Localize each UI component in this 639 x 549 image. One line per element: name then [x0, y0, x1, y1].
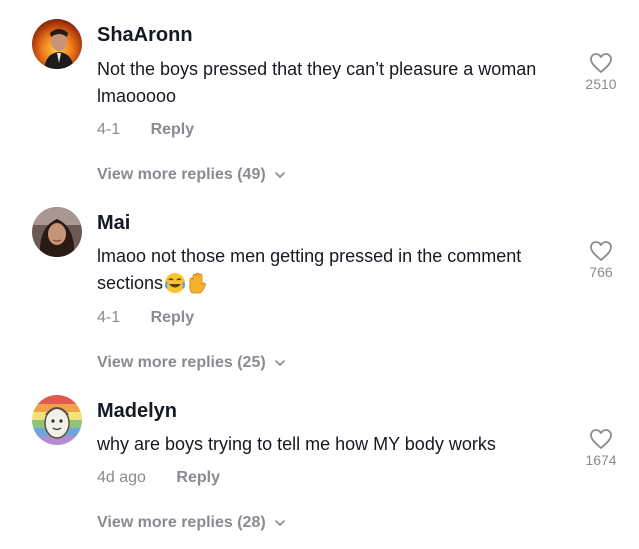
- username[interactable]: Mai: [97, 212, 130, 235]
- view-more-replies-button[interactable]: View more replies (28): [97, 514, 286, 532]
- like-count: 2510: [585, 76, 617, 92]
- reply-button[interactable]: Reply: [151, 121, 195, 139]
- comment-meta: 4-1 Reply: [97, 121, 194, 139]
- chevron-down-icon: [274, 172, 285, 178]
- view-more-label: View more replies (28): [97, 514, 266, 531]
- avatar[interactable]: [32, 395, 82, 445]
- like-control: 1674: [579, 428, 623, 468]
- like-count: 766: [589, 264, 613, 280]
- comment-text-body: lmaoo not those men getting pressed in t…: [97, 246, 522, 293]
- like-control: 766: [579, 240, 623, 280]
- like-control: 2510: [579, 52, 623, 92]
- username[interactable]: Madelyn: [97, 400, 177, 423]
- face-with-tears-of-joy-icon: [164, 272, 186, 294]
- heart-outline-icon[interactable]: [589, 428, 613, 450]
- heart-outline-icon[interactable]: [589, 240, 613, 262]
- view-more-replies-button[interactable]: View more replies (49): [97, 166, 286, 184]
- comment-date: 4d ago: [97, 469, 146, 486]
- chevron-down-icon: [274, 520, 285, 526]
- raised-hand-icon: [186, 272, 208, 294]
- comment-date: 4-1: [97, 121, 121, 138]
- comment-meta: 4-1 Reply: [97, 309, 194, 327]
- avatar[interactable]: [32, 19, 82, 69]
- view-more-label: View more replies (49): [97, 166, 266, 183]
- reply-button[interactable]: Reply: [151, 309, 195, 327]
- like-count: 1674: [585, 452, 617, 468]
- view-more-label: View more replies (25): [97, 354, 266, 371]
- reply-button[interactable]: Reply: [176, 469, 220, 487]
- comment-date: 4-1: [97, 309, 121, 326]
- comment-text: Not the boys pressed that they can’t ple…: [97, 59, 537, 106]
- heart-outline-icon[interactable]: [589, 52, 613, 74]
- avatar[interactable]: [32, 207, 82, 257]
- username[interactable]: ShaAronn: [97, 24, 193, 47]
- comment-text: lmaoo not those men getting pressed in t…: [97, 243, 567, 297]
- view-more-replies-button[interactable]: View more replies (25): [97, 354, 286, 372]
- chevron-down-icon: [274, 360, 285, 366]
- comment-meta: 4d ago Reply: [97, 469, 220, 487]
- comment-text: why are boys trying to tell me how MY bo…: [97, 434, 496, 454]
